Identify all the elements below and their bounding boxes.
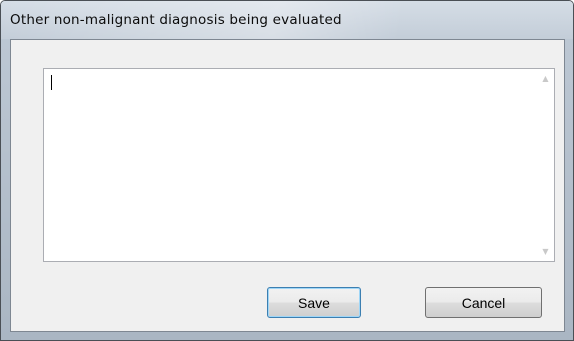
vertical-scrollbar[interactable]: ▲ ▼	[537, 69, 554, 261]
notes-text-input[interactable]	[44, 69, 538, 261]
dialog-window: Other non-malignant diagnosis being eval…	[0, 0, 574, 341]
save-button[interactable]: Save	[267, 287, 361, 318]
window-title: Other non-malignant diagnosis being eval…	[10, 12, 342, 28]
scroll-down-arrow-icon[interactable]: ▼	[537, 243, 554, 260]
notes-textbox[interactable]: ▲ ▼	[43, 68, 555, 262]
dialog-content: ▲ ▼ Save Cancel	[10, 39, 565, 332]
scroll-up-arrow-icon[interactable]: ▲	[537, 70, 554, 87]
cancel-button[interactable]: Cancel	[425, 287, 542, 318]
title-bar[interactable]: Other non-malignant diagnosis being eval…	[1, 1, 573, 39]
text-caret	[51, 75, 52, 90]
